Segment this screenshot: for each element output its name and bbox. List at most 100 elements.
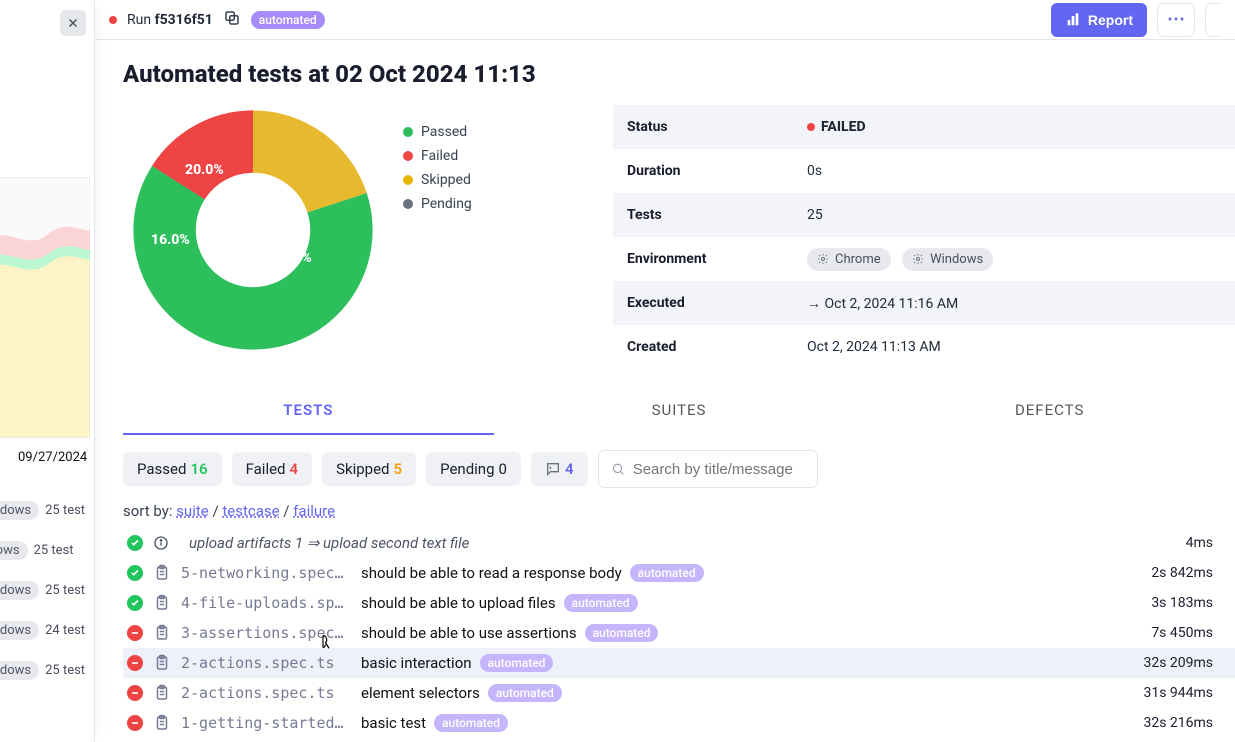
filter-skipped[interactable]: Skipped 5	[322, 452, 416, 486]
duration: 32s 209ms	[1141, 655, 1231, 671]
test-title: should be able to upload filesautomated	[361, 594, 1131, 612]
automated-badge: automated	[251, 11, 325, 29]
page-title: Automated tests at 02 Oct 2024 11:13	[123, 60, 1235, 88]
duration: 4ms	[1141, 535, 1231, 551]
duration-value: 0s	[807, 163, 822, 179]
tab-tests[interactable]: TESTS	[123, 387, 494, 435]
sort-suite[interactable]: suite	[176, 502, 209, 520]
background-panel: K] 09/27/2024 Windows25 test indows25 te…	[0, 0, 95, 742]
sort-testcase[interactable]: testcase	[222, 502, 279, 520]
donut-chart: 64.0% 16.0% 20.0%	[123, 100, 383, 360]
bar-chart-icon	[1065, 12, 1081, 28]
copy-icon	[223, 9, 241, 27]
search-icon	[611, 461, 625, 477]
filter-pending[interactable]: Pending 0	[426, 452, 521, 486]
clipboard-icon	[153, 714, 171, 732]
clipboard-icon	[153, 564, 171, 582]
tab-suites[interactable]: SUITES	[494, 387, 865, 435]
status-fail-icon	[127, 715, 143, 731]
automated-badge: automated	[630, 564, 704, 582]
gear-icon	[912, 253, 924, 265]
status-value: FAILED	[821, 119, 866, 135]
automated-badge: automated	[585, 624, 659, 642]
spec-file: 4-file-uploads.spe…	[181, 594, 351, 612]
info-icon	[153, 535, 169, 551]
filter-failed[interactable]: Failed 4	[232, 452, 313, 486]
os-pill: Windows	[0, 661, 39, 680]
status-fail-icon	[127, 625, 143, 641]
test-title: element selectorsautomated	[361, 684, 1131, 702]
search-box[interactable]	[598, 450, 818, 488]
duration: 7s 450ms	[1141, 625, 1231, 641]
close-icon	[66, 16, 80, 30]
test-row[interactable]: upload artifacts 1 ⇒ upload second text …	[123, 528, 1235, 558]
automated-badge: automated	[564, 594, 638, 612]
tab-defects[interactable]: DEFECTS	[864, 387, 1235, 435]
status-fail-icon	[127, 685, 143, 701]
message-icon	[545, 461, 561, 477]
automated-badge: automated	[434, 714, 508, 732]
test-row[interactable]: 2-actions.spec.ts element selectorsautoma…	[123, 678, 1235, 708]
test-title: basic interactionautomated	[361, 654, 1131, 672]
test-title: upload artifacts 1 ⇒ upload second text …	[189, 534, 1131, 552]
test-title: basic testautomated	[361, 714, 1131, 732]
test-row[interactable]: 5-networking.spec.ts should be able to re…	[123, 558, 1235, 588]
executed-value: → Oct 2, 2024 11:16 AM	[807, 295, 958, 312]
duration: 2s 842ms	[1141, 565, 1231, 581]
status-dot-failed	[109, 16, 117, 24]
status-fail-icon	[127, 655, 143, 671]
date-label: 09/27/2024	[18, 450, 87, 465]
pct-failed: 16.0%	[151, 232, 190, 248]
chart-legend: Passed Failed Skipped Pending	[403, 120, 472, 216]
pct-skipped: 20.0%	[185, 162, 224, 178]
env-windows: Windows	[902, 248, 993, 271]
area-chart-peek	[0, 175, 90, 440]
spec-file: 2-actions.spec.ts	[181, 654, 351, 672]
os-pill: Windows	[0, 621, 39, 640]
automated-badge: automated	[488, 684, 562, 702]
run-list-peek: Windows25 test indows25 test Windows25 t…	[0, 490, 90, 690]
test-row[interactable]: 2-actions.spec.ts basic interactionautoma…	[123, 648, 1235, 678]
duration: 31s 944ms	[1141, 685, 1231, 701]
duration: 3s 183ms	[1141, 595, 1231, 611]
spec-file: 1-getting-started.…	[181, 714, 351, 732]
filter-messages[interactable]: 4	[531, 452, 588, 486]
trailing-button-peek[interactable]	[1205, 3, 1221, 37]
topbar: Run f5316f51 automated Report ⋯	[95, 0, 1235, 40]
test-row[interactable]: 3-assertions.spec.ts should be able to us…	[123, 618, 1235, 648]
filter-passed[interactable]: Passed 16	[123, 452, 222, 486]
run-metadata: StatusFAILED Duration0s Tests25 Environm…	[613, 105, 1235, 369]
created-value: Oct 2, 2024 11:13 AM	[807, 339, 941, 355]
copy-button[interactable]	[223, 9, 241, 31]
tab-close-button[interactable]	[60, 10, 86, 36]
duration: 32s 216ms	[1141, 715, 1231, 731]
test-title: should be able to read a response bodyau…	[361, 564, 1131, 582]
section-tabs: TESTS SUITES DEFECTS	[123, 387, 1235, 436]
run-label: Run f5316f51	[127, 12, 213, 28]
automated-badge: automated	[480, 654, 554, 672]
report-button[interactable]: Report	[1051, 3, 1147, 37]
test-row[interactable]: mocked responsesbe able to mock response…	[123, 738, 1235, 742]
spec-file: 5-networking.spec.ts	[181, 564, 351, 582]
ellipsis-icon: ⋯	[1167, 9, 1185, 30]
search-input[interactable]	[633, 461, 805, 478]
clipboard-icon	[153, 594, 171, 612]
spec-file: 3-assertions.spec.ts	[181, 624, 351, 642]
status-pass-icon	[127, 565, 143, 581]
clipboard-icon	[153, 654, 171, 672]
test-list: upload artifacts 1 ⇒ upload second text …	[123, 528, 1235, 742]
clipboard-icon	[153, 684, 171, 702]
status-pass-icon	[127, 535, 143, 551]
spec-file: 2-actions.spec.ts	[181, 684, 351, 702]
test-row[interactable]: 4-file-uploads.spe… should be able to upl…	[123, 588, 1235, 618]
os-pill: Windows	[0, 501, 39, 520]
clipboard-icon	[153, 624, 171, 642]
more-button[interactable]: ⋯	[1157, 3, 1195, 37]
sort-failure[interactable]: failure	[293, 502, 335, 520]
tests-value: 25	[807, 207, 823, 223]
status-pass-icon	[127, 595, 143, 611]
test-row[interactable]: 1-getting-started.… basic testautomated 32…	[123, 708, 1235, 738]
gear-icon	[817, 253, 829, 265]
test-title: should be able to use assertionsautomate…	[361, 624, 1131, 642]
pct-passed: 64.0%	[273, 250, 312, 266]
